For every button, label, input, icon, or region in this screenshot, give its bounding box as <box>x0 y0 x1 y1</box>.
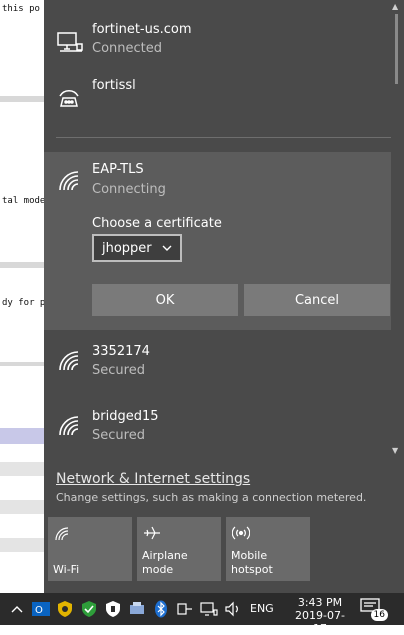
show-hidden-icons-chevron-icon[interactable] <box>8 593 26 625</box>
network-name: fortinet-us.com <box>92 22 192 37</box>
svg-text:O: O <box>35 605 43 616</box>
vpn-dialup-icon <box>56 86 84 110</box>
background-divider <box>0 362 44 366</box>
clock[interactable]: 3:43 PM 2019-07-17 <box>290 596 350 635</box>
wifi-secured-icon <box>56 348 84 372</box>
background-text-line: this po <box>2 4 40 14</box>
certificate-value: jhopper <box>102 240 152 256</box>
mobile-hotspot-tile[interactable]: Mobile hotspot <box>226 517 310 581</box>
background-text-line: dy for p <box>2 298 44 308</box>
scroll-up-arrow-icon[interactable]: ▲ <box>392 2 398 11</box>
device-usb-icon[interactable] <box>174 593 196 625</box>
network-flyout: ▲ ▼ fortinet-us.com Connected fortissl E… <box>44 0 404 593</box>
section-divider <box>56 137 391 138</box>
background-row <box>0 462 44 476</box>
chevron-down-icon <box>162 242 172 252</box>
wifi-tile[interactable]: Wi-Fi <box>48 517 132 581</box>
notification-count-badge: 16 <box>370 609 388 621</box>
network-settings-link[interactable]: Network & Internet settings <box>56 471 250 487</box>
network-name: EAP-TLS <box>92 162 144 177</box>
tile-label: Wi-Fi <box>53 563 80 576</box>
network-settings-description: Change settings, such as making a connec… <box>56 491 367 504</box>
network-name: bridged15 <box>92 409 159 424</box>
tile-label-line: Mobile <box>231 549 268 562</box>
security-shield-icon[interactable] <box>54 593 76 625</box>
scroll-thumb[interactable] <box>395 14 398 84</box>
mobile-hotspot-icon <box>231 525 251 541</box>
wifi-secured-icon <box>56 413 84 437</box>
taskbar: O ENG 3:43 PM 2019-07-17 16 <box>0 593 404 635</box>
action-center-button[interactable]: 16 <box>360 597 388 621</box>
background-row <box>0 538 44 552</box>
clock-time: 3:43 PM <box>297 596 343 609</box>
network-name: 3352174 <box>92 344 150 359</box>
outlook-icon[interactable]: O <box>30 593 52 625</box>
network-item-bridged15[interactable]: bridged15 Secured <box>44 405 391 457</box>
network-tool-icon[interactable] <box>126 593 148 625</box>
airplane-mode-tile[interactable]: Airplane mode <box>137 517 221 581</box>
background-divider <box>0 262 44 268</box>
network-header: EAP-TLS Connecting <box>44 152 391 202</box>
network-item-eap-tls[interactable]: EAP-TLS Connecting Choose a certificate … <box>44 152 391 330</box>
network-tray-icon[interactable] <box>198 593 220 625</box>
tile-label-line: hotspot <box>231 563 273 576</box>
clock-date: 2019-07-17 <box>295 609 345 635</box>
network-item-fortissl[interactable]: fortissl <box>44 76 391 116</box>
network-status: Connecting <box>92 182 166 197</box>
cancel-button[interactable]: Cancel <box>244 284 390 316</box>
network-name: fortissl <box>92 78 136 93</box>
input-language[interactable]: ENG <box>250 602 274 615</box>
background-divider <box>0 96 44 102</box>
bluetooth-icon[interactable] <box>150 593 172 625</box>
network-item-fortinet-us-com[interactable]: fortinet-us.com Connected <box>44 18 391 68</box>
airplane-icon <box>143 525 161 541</box>
certificate-select[interactable]: jhopper <box>92 234 182 262</box>
background-highlight-row <box>0 428 44 444</box>
tile-label: Mobile hotspot <box>231 549 273 577</box>
network-list-scrollbar[interactable]: ▲ ▼ <box>392 0 402 460</box>
scroll-down-arrow-icon[interactable]: ▼ <box>392 446 398 455</box>
network-item-3352174[interactable]: 3352174 Secured <box>44 340 391 392</box>
ethernet-icon <box>56 30 84 54</box>
shield-tray-icon[interactable] <box>102 593 124 625</box>
ok-button[interactable]: OK <box>92 284 238 316</box>
certificate-label: Choose a certificate <box>92 216 222 231</box>
network-status: Secured <box>92 428 145 443</box>
tile-label: Airplane mode <box>142 549 188 576</box>
network-status: Connected <box>92 41 163 56</box>
background-document: this po tal mode dy for p <box>0 0 44 593</box>
wifi-icon <box>54 525 72 541</box>
network-status: Secured <box>92 363 145 378</box>
background-text-line: tal mode <box>2 196 44 206</box>
background-row <box>0 500 44 514</box>
windows-defender-icon[interactable] <box>78 593 100 625</box>
wifi-icon <box>56 168 84 192</box>
volume-icon[interactable] <box>222 593 244 625</box>
